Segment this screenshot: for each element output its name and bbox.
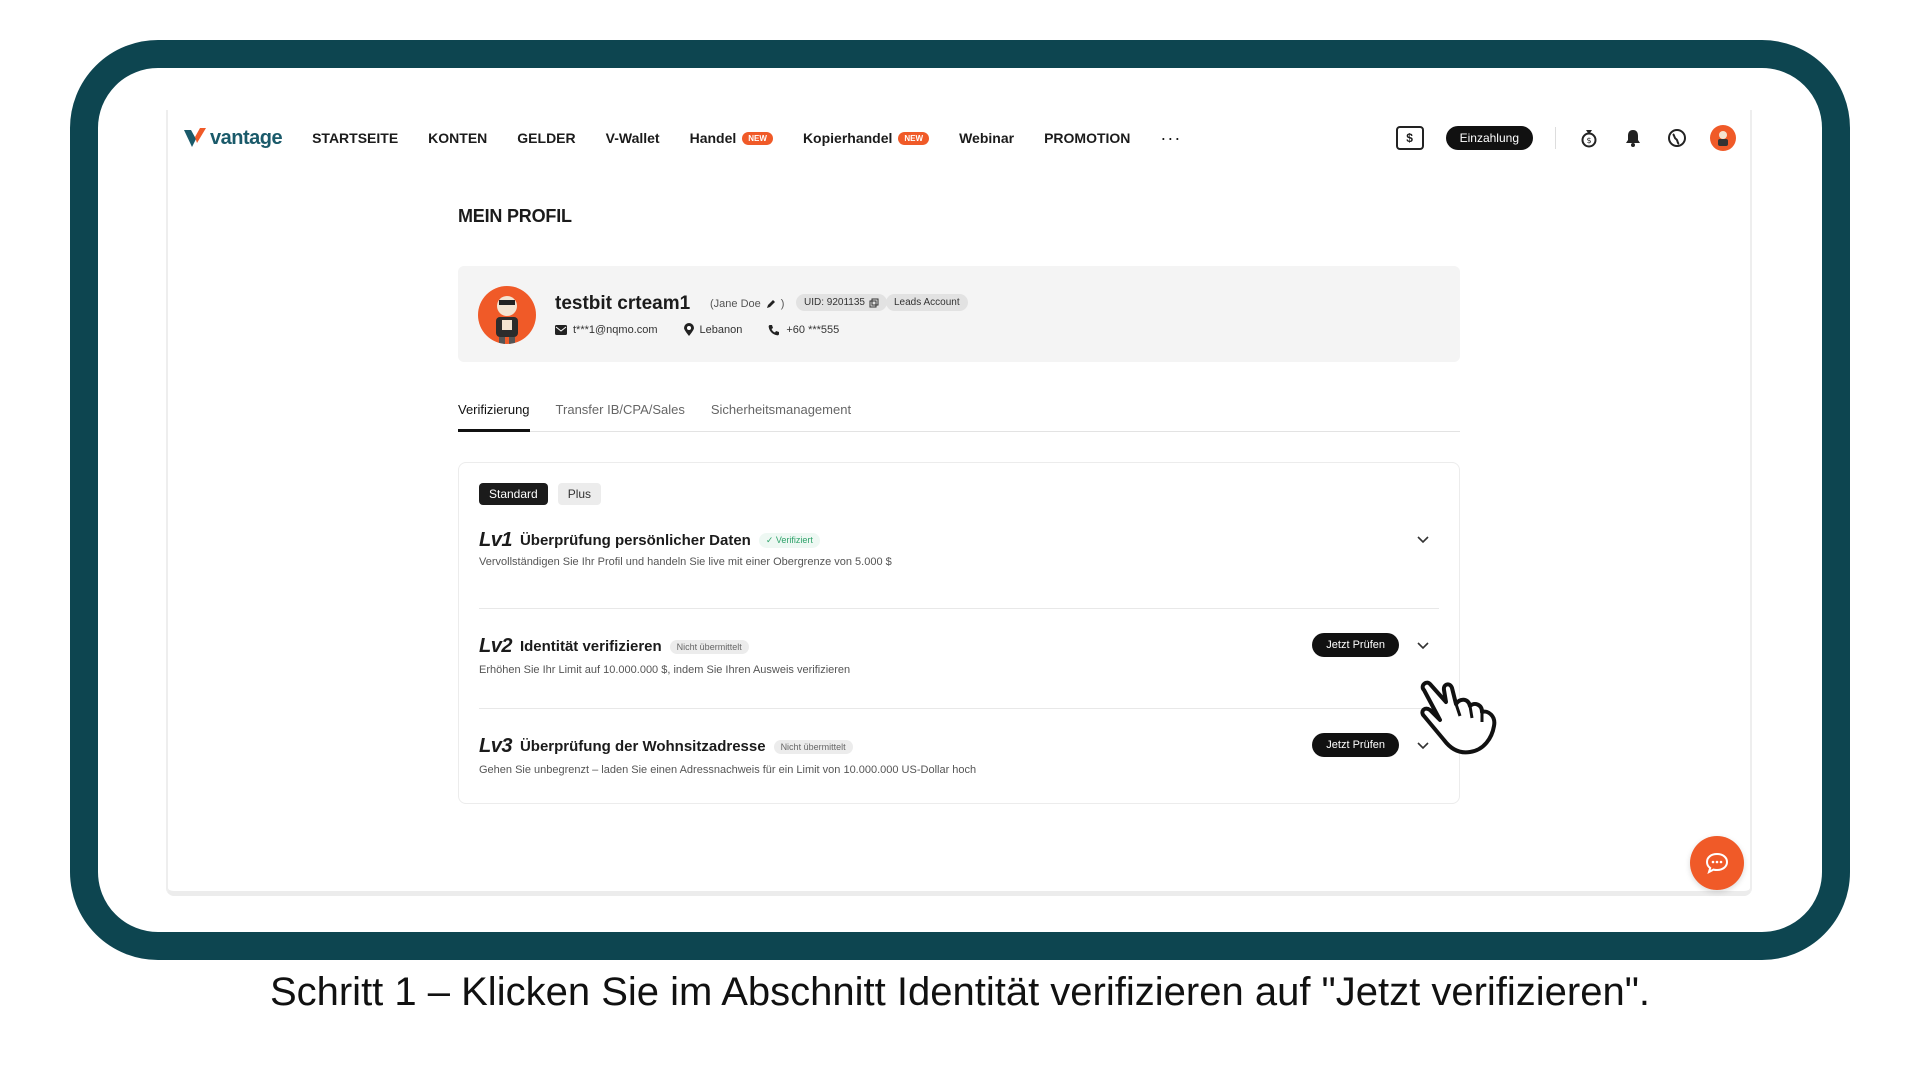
chevron-down-icon[interactable] [1415, 531, 1431, 547]
nav-item-label: Kopierhandel [802, 130, 893, 146]
verification-card: Standard Plus Lv1 Überprüfung persönlich… [458, 462, 1460, 804]
tab-transfer[interactable]: Transfer IB/CPA/Sales [556, 402, 685, 432]
nav-item-label: GELDER [517, 130, 576, 146]
nav-divider [1555, 127, 1556, 149]
copy-icon[interactable] [869, 298, 879, 308]
level-head: Lv1 Überprüfung persönlicher Daten ✓ Ver… [479, 529, 820, 552]
location-text: Lebanon [699, 323, 743, 336]
email-item: t***1@nqmo.com [555, 323, 658, 336]
level-title: Überprüfung persönlicher Daten [519, 532, 751, 549]
alias-close-paren: ) [780, 298, 785, 310]
globe-icon[interactable] [1666, 127, 1688, 149]
level-1-row[interactable]: Lv1 Überprüfung persönlicher Daten ✓ Ver… [479, 529, 1439, 609]
money-bag-icon[interactable]: $ [1578, 127, 1600, 149]
uid-badge: UID: 9201135 [796, 294, 887, 311]
account-type-badge: Leads Account [886, 294, 968, 311]
tab-verifizierung[interactable]: Verifizierung [458, 402, 530, 432]
nav-item-label: KONTEN [428, 130, 488, 146]
location-pin-icon [683, 323, 694, 336]
nav-item-konten[interactable]: KONTEN [428, 130, 487, 146]
dollar-symbol: $ [1406, 131, 1413, 145]
new-badge: NEW [742, 131, 773, 145]
uid-text: UID: 9201135 [804, 297, 865, 308]
level-3-row[interactable]: Lv3 Überprüfung der Wohnsitzadresse Nich… [479, 709, 1439, 789]
nav-item-promotion[interactable]: PROMOTION [1044, 130, 1130, 146]
nav-item-handel[interactable]: Handel NEW [690, 130, 773, 146]
chevron-down-icon[interactable] [1415, 637, 1431, 653]
deposit-cash-icon[interactable]: $ [1395, 126, 1424, 150]
nav-item-label: V-Wallet [605, 130, 660, 146]
nav-item-gelder[interactable]: GELDER [517, 130, 575, 146]
level-number: Lv3 [479, 735, 512, 757]
level-title: Identität verifizieren [519, 638, 662, 655]
nav-right-actions: $ Einzahlung $ [1395, 125, 1736, 151]
deposit-button[interactable]: Einzahlung [1445, 126, 1533, 150]
profile-card: testbit crteam1 (Jane Doe ) UID: 9201135… [458, 266, 1460, 362]
status-badge: Nicht übermittelt [669, 639, 749, 654]
bell-icon[interactable] [1622, 127, 1644, 149]
level-head: Lv2 Identität verifizieren Nicht übermit… [479, 635, 749, 658]
phone-icon [769, 324, 780, 335]
status-badge: ✓ Verifiziert [758, 533, 820, 548]
level-title: Überprüfung der Wohnsitzadresse [519, 738, 766, 755]
tutorial-caption: Schritt 1 – Klicken Sie im Abschnitt Ide… [269, 970, 1651, 1014]
email-text: t***1@nqmo.com [573, 323, 658, 336]
level-2-row[interactable]: Lv2 Identität verifizieren Nicht übermit… [479, 609, 1439, 709]
brand-logo[interactable]: vantage [182, 125, 283, 151]
nav-item-label: Handel [689, 130, 737, 146]
level-description: Vervollständigen Sie Ihr Profil und hand… [479, 556, 892, 568]
nav-item-startseite[interactable]: STARTSEITE [312, 130, 398, 146]
alias-text: (Jane Doe [710, 298, 761, 310]
chat-bubble-icon [1705, 852, 1729, 874]
nav-item-v-wallet[interactable]: V-Wallet [606, 130, 660, 146]
level-number: Lv1 [479, 529, 512, 551]
nav-item-webinar[interactable]: Webinar [959, 130, 1014, 146]
top-nav: vantage STARTSEITE KONTEN GELDER V-Walle… [182, 118, 1736, 158]
edit-pencil-icon[interactable] [765, 298, 777, 310]
level-head: Lv3 Überprüfung der Wohnsitzadresse Nich… [479, 735, 853, 758]
profile-tabs: Verifizierung Transfer IB/CPA/Sales Sich… [458, 402, 1460, 432]
user-avatar-icon[interactable] [1710, 125, 1736, 151]
phone-text: +60 ***555 [786, 323, 840, 336]
profile-avatar [478, 286, 536, 344]
nav-item-label: STARTSEITE [312, 130, 399, 146]
svg-text:$: $ [1586, 136, 1591, 145]
profile-meta: t***1@nqmo.com Lebanon +60 ***555 [555, 323, 839, 336]
pointer-hand-icon [1420, 680, 1497, 755]
chip-plus[interactable]: Plus [557, 483, 602, 505]
profile-alias: (Jane Doe ) [710, 298, 784, 310]
account-type-text: Leads Account [894, 297, 960, 308]
vantage-logo-icon [184, 128, 206, 147]
phone-item: +60 ***555 [768, 323, 839, 336]
location-item: Lebanon [683, 323, 743, 336]
level-description: Gehen Sie unbegrenzt – laden Sie einen A… [479, 764, 977, 776]
page-title: MEIN PROFIL [458, 206, 572, 226]
level-description: Erhöhen Sie Ihr Limit auf 10.000.000 $, … [479, 664, 851, 676]
brand-name: vantage [210, 126, 283, 149]
nav-item-kopierhandel[interactable]: Kopierhandel NEW [802, 130, 930, 146]
chip-standard[interactable]: Standard [479, 483, 548, 505]
app-screen: vantage STARTSEITE KONTEN GELDER V-Walle… [166, 110, 1752, 896]
verify-address-button[interactable]: Jetzt Prüfen [1312, 733, 1399, 757]
level-number: Lv2 [479, 635, 512, 657]
status-badge: Nicht übermittelt [773, 739, 853, 754]
mail-icon [555, 324, 567, 335]
profile-name: testbit crteam1 [555, 293, 691, 314]
new-badge: NEW [898, 131, 930, 145]
nav-item-label: Webinar [959, 130, 1015, 146]
verify-identity-button[interactable]: Jetzt Prüfen [1312, 633, 1399, 657]
nav-item-label: PROMOTION [1044, 130, 1131, 146]
verification-mode-chips: Standard Plus [479, 483, 602, 505]
tab-sicherheitsmanagement[interactable]: Sicherheitsmanagement [711, 402, 851, 432]
more-menu-button[interactable]: ··· [1160, 128, 1181, 149]
chat-support-button[interactable] [1690, 836, 1744, 890]
